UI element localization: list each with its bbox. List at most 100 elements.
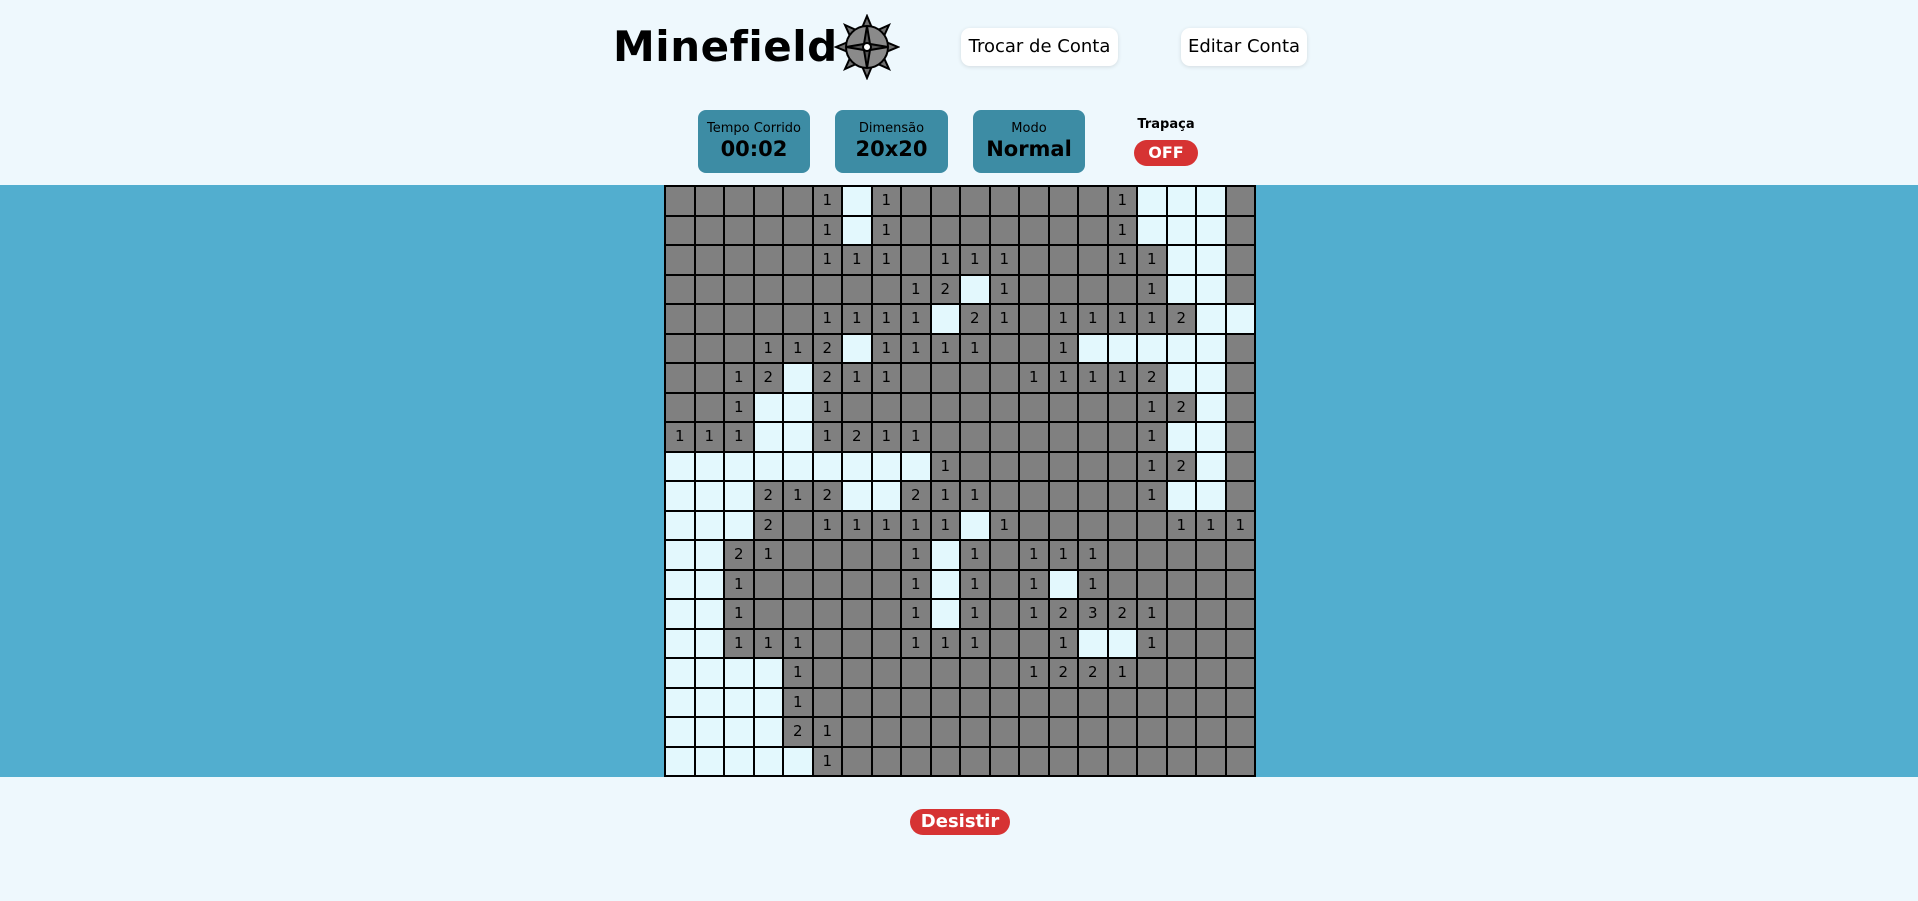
hidden-cell[interactable] xyxy=(813,629,841,657)
hidden-cell[interactable] xyxy=(784,246,812,274)
revealed-empty-cell[interactable] xyxy=(1197,305,1225,333)
number-cell[interactable]: 1 xyxy=(813,718,841,746)
revealed-empty-cell[interactable] xyxy=(843,216,871,244)
hidden-cell[interactable] xyxy=(1079,452,1107,480)
hidden-cell[interactable] xyxy=(1167,747,1195,775)
hidden-cell[interactable] xyxy=(813,275,841,303)
hidden-cell[interactable] xyxy=(843,629,871,657)
hidden-cell[interactable] xyxy=(1197,629,1225,657)
revealed-empty-cell[interactable] xyxy=(666,718,694,746)
number-cell[interactable]: 1 xyxy=(902,275,930,303)
hidden-cell[interactable] xyxy=(1197,718,1225,746)
revealed-empty-cell[interactable] xyxy=(725,718,753,746)
hidden-cell[interactable] xyxy=(961,423,989,451)
hidden-cell[interactable] xyxy=(1226,364,1254,392)
number-cell[interactable]: 1 xyxy=(1108,187,1136,215)
hidden-cell[interactable] xyxy=(1020,246,1048,274)
number-cell[interactable]: 2 xyxy=(1167,305,1195,333)
number-cell[interactable]: 1 xyxy=(1079,570,1107,598)
revealed-empty-cell[interactable] xyxy=(725,688,753,716)
hidden-cell[interactable] xyxy=(725,275,753,303)
hidden-cell[interactable] xyxy=(695,246,723,274)
revealed-empty-cell[interactable] xyxy=(902,452,930,480)
hidden-cell[interactable] xyxy=(754,275,782,303)
hidden-cell[interactable] xyxy=(784,216,812,244)
edit-account-button[interactable]: Editar Conta xyxy=(1181,28,1307,66)
revealed-empty-cell[interactable] xyxy=(725,747,753,775)
hidden-cell[interactable] xyxy=(1226,452,1254,480)
number-cell[interactable]: 2 xyxy=(902,482,930,510)
hidden-cell[interactable] xyxy=(1108,275,1136,303)
hidden-cell[interactable] xyxy=(843,393,871,421)
number-cell[interactable]: 1 xyxy=(843,305,871,333)
hidden-cell[interactable] xyxy=(931,216,959,244)
revealed-empty-cell[interactable] xyxy=(725,511,753,539)
revealed-empty-cell[interactable] xyxy=(931,541,959,569)
hidden-cell[interactable] xyxy=(872,600,900,628)
revealed-empty-cell[interactable] xyxy=(1167,423,1195,451)
number-cell[interactable]: 1 xyxy=(754,629,782,657)
revealed-empty-cell[interactable] xyxy=(1079,629,1107,657)
hidden-cell[interactable] xyxy=(902,688,930,716)
revealed-empty-cell[interactable] xyxy=(695,482,723,510)
number-cell[interactable]: 1 xyxy=(1049,334,1077,362)
revealed-empty-cell[interactable] xyxy=(695,570,723,598)
hidden-cell[interactable] xyxy=(1020,423,1048,451)
number-cell[interactable]: 1 xyxy=(1020,600,1048,628)
number-cell[interactable]: 2 xyxy=(1079,659,1107,687)
hidden-cell[interactable] xyxy=(813,688,841,716)
number-cell[interactable]: 1 xyxy=(931,334,959,362)
hidden-cell[interactable] xyxy=(1138,747,1166,775)
number-cell[interactable]: 1 xyxy=(902,541,930,569)
hidden-cell[interactable] xyxy=(695,305,723,333)
revealed-empty-cell[interactable] xyxy=(754,423,782,451)
cheat-toggle[interactable]: OFF xyxy=(1134,140,1198,166)
number-cell[interactable]: 1 xyxy=(1049,629,1077,657)
hidden-cell[interactable] xyxy=(1020,718,1048,746)
hidden-cell[interactable] xyxy=(1049,393,1077,421)
number-cell[interactable]: 1 xyxy=(813,187,841,215)
revealed-empty-cell[interactable] xyxy=(784,452,812,480)
hidden-cell[interactable] xyxy=(1197,600,1225,628)
number-cell[interactable]: 1 xyxy=(931,452,959,480)
number-cell[interactable]: 2 xyxy=(1167,393,1195,421)
hidden-cell[interactable] xyxy=(784,511,812,539)
hidden-cell[interactable] xyxy=(990,629,1018,657)
hidden-cell[interactable] xyxy=(872,393,900,421)
hidden-cell[interactable] xyxy=(1138,688,1166,716)
revealed-empty-cell[interactable] xyxy=(843,452,871,480)
hidden-cell[interactable] xyxy=(1226,187,1254,215)
hidden-cell[interactable] xyxy=(990,718,1018,746)
hidden-cell[interactable] xyxy=(990,334,1018,362)
hidden-cell[interactable] xyxy=(1108,393,1136,421)
hidden-cell[interactable] xyxy=(1020,452,1048,480)
number-cell[interactable]: 1 xyxy=(1138,482,1166,510)
hidden-cell[interactable] xyxy=(843,659,871,687)
number-cell[interactable]: 1 xyxy=(902,334,930,362)
hidden-cell[interactable] xyxy=(1138,718,1166,746)
hidden-cell[interactable] xyxy=(1020,482,1048,510)
hidden-cell[interactable] xyxy=(754,570,782,598)
hidden-cell[interactable] xyxy=(1108,541,1136,569)
hidden-cell[interactable] xyxy=(784,600,812,628)
revealed-empty-cell[interactable] xyxy=(1197,187,1225,215)
number-cell[interactable]: 1 xyxy=(872,364,900,392)
hidden-cell[interactable] xyxy=(1049,688,1077,716)
hidden-cell[interactable] xyxy=(1167,541,1195,569)
number-cell[interactable]: 2 xyxy=(754,482,782,510)
number-cell[interactable]: 1 xyxy=(1138,600,1166,628)
hidden-cell[interactable] xyxy=(1226,275,1254,303)
number-cell[interactable]: 1 xyxy=(1108,659,1136,687)
revealed-empty-cell[interactable] xyxy=(754,747,782,775)
number-cell[interactable]: 1 xyxy=(902,600,930,628)
hidden-cell[interactable] xyxy=(725,246,753,274)
hidden-cell[interactable] xyxy=(1020,216,1048,244)
hidden-cell[interactable] xyxy=(961,659,989,687)
hidden-cell[interactable] xyxy=(990,600,1018,628)
revealed-empty-cell[interactable] xyxy=(754,659,782,687)
number-cell[interactable]: 1 xyxy=(784,688,812,716)
number-cell[interactable]: 1 xyxy=(725,393,753,421)
number-cell[interactable]: 2 xyxy=(1167,452,1195,480)
revealed-empty-cell[interactable] xyxy=(1197,334,1225,362)
hidden-cell[interactable] xyxy=(695,334,723,362)
